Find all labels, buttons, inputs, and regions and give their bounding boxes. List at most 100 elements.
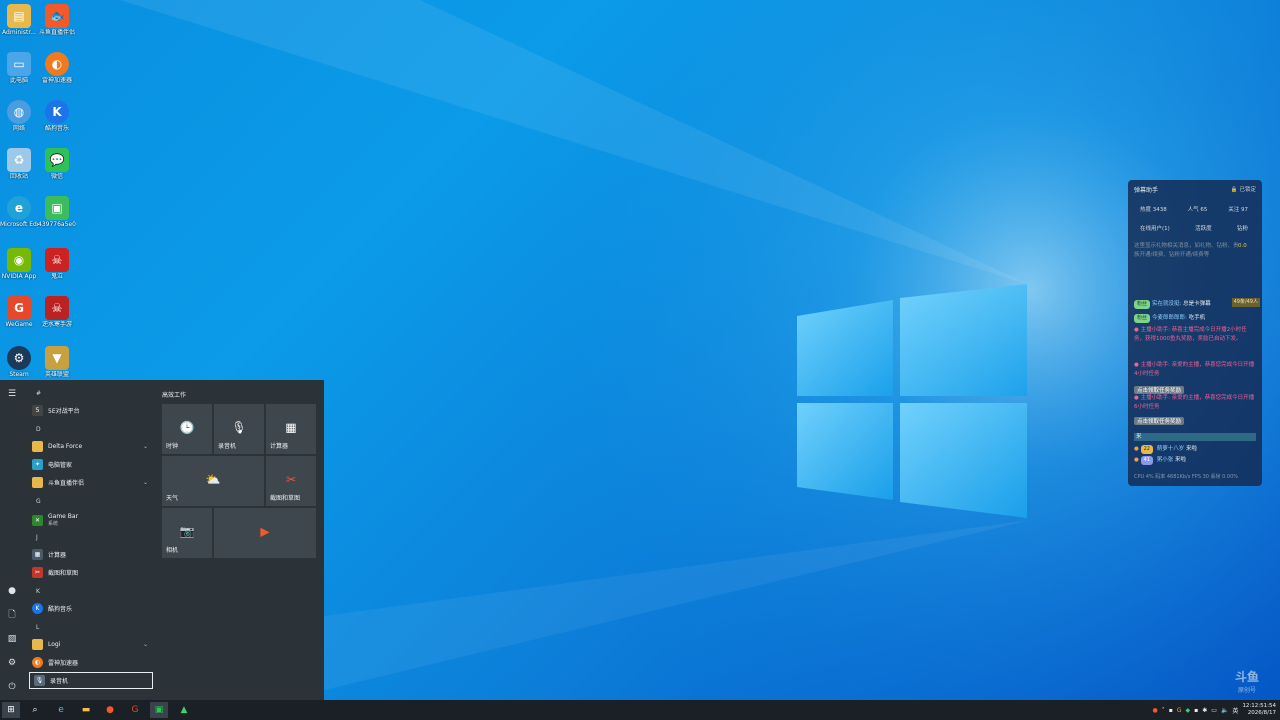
pictures-icon[interactable]: ▨ — [6, 633, 18, 645]
desktop-icon[interactable]: ☠ 逆水寒手游 — [38, 296, 76, 328]
tiles-group-header[interactable]: 高效工作 — [162, 390, 186, 399]
app-item[interactable]: Delta Force ⌄ — [28, 439, 154, 453]
app-item[interactable]: 5 5E对战平台 — [28, 403, 154, 417]
wegame-icon: G — [7, 296, 31, 320]
media-player-icon: ▶ — [260, 524, 270, 539]
desktop-icon[interactable]: K 酷狗音乐 — [38, 100, 76, 132]
app-item[interactable]: ◐ 雷神加速器 — [28, 655, 154, 669]
app-item[interactable]: Logi ⌄ — [28, 637, 154, 651]
calculator-icon: ▦ — [32, 548, 43, 560]
desktop-icon[interactable]: e Microsoft Edge — [0, 196, 38, 228]
desktop-icon[interactable]: ▼ 英雄联盟 — [38, 346, 76, 378]
tile-weather[interactable]: ⛅ 天气 — [162, 456, 264, 506]
letter-header[interactable]: J — [36, 534, 38, 541]
lock-toggle[interactable]: 🔒 已锁定 — [1231, 185, 1256, 193]
start-button[interactable]: ⊞ — [2, 702, 20, 718]
wegame-icon: G — [131, 705, 139, 715]
tray-icon[interactable]: ◆ — [1186, 707, 1191, 714]
desktop-icon[interactable]: ▣ 439776a5e0f... — [38, 196, 76, 228]
tab-online-users[interactable]: 在线用户(1) — [1140, 224, 1170, 232]
taskbar-wegame[interactable]: G — [126, 702, 144, 718]
tray-app-icon[interactable]: ● — [1153, 707, 1158, 714]
settings-icon[interactable]: ⚙ — [6, 657, 18, 669]
letter-header[interactable]: # — [36, 390, 41, 397]
system-message: ● 主播小助手: 亲爱的主播，恭喜您完成今日开播6小时任务 — [1134, 395, 1255, 410]
network-icon[interactable]: ▭ — [1211, 707, 1217, 714]
clock[interactable]: 12:12:51:54 2026/8/17 — [1242, 703, 1276, 717]
tile-camera[interactable]: 📷 相机 — [162, 508, 212, 558]
claim-reward-button[interactable]: 点击领取任务奖励 — [1134, 386, 1185, 394]
desktop-icon[interactable]: ♻ 回收站 — [0, 148, 38, 180]
app-item[interactable]: K 酷狗音乐 — [28, 601, 154, 615]
assistant-bot-icon: ● — [1134, 327, 1139, 333]
user-avatar-icon[interactable]: ● — [6, 585, 18, 597]
desktop-icon[interactable]: ⚙ Steam — [0, 346, 38, 378]
taskbar-explorer[interactable]: ▬ — [77, 702, 95, 718]
tray-icon[interactable]: ▪ — [1169, 707, 1173, 714]
ime-indicator[interactable]: 英 — [1232, 706, 1238, 715]
computer-icon: ▭ — [7, 52, 31, 76]
user-dot-icon: ● — [1134, 446, 1139, 452]
letter-header[interactable]: D — [36, 426, 41, 433]
steam-icon: ⚙ — [7, 346, 31, 370]
chevron-down-icon: ⌄ — [142, 442, 148, 450]
tile-recorder[interactable]: 🎙 录音机 — [214, 404, 264, 454]
app-list: # 5 5E对战平台 D Delta Force ⌄ ✦ 电脑管家 斗鱼直播伴侣… — [28, 386, 156, 698]
chat-message: 粉丝 今麦郎郎郎郎: 吃手机 — [1134, 314, 1256, 323]
panel-title: 弹幕助手 — [1134, 187, 1159, 194]
user-folder-icon: ▤ — [7, 4, 31, 28]
kugou-icon: K — [45, 100, 69, 124]
hamburger-icon[interactable]: ☰ — [6, 388, 18, 400]
taskbar-wechat[interactable]: ▣ — [150, 702, 168, 718]
tray-icon[interactable]: G — [1177, 707, 1182, 714]
desktop-icon[interactable]: G WeGame — [0, 296, 38, 328]
calculator-icon: ▦ — [285, 420, 297, 435]
taskbar-app[interactable]: ▲ — [175, 702, 193, 718]
letter-header[interactable]: K — [36, 588, 40, 595]
search-button[interactable]: ⌕ — [26, 702, 44, 718]
tab-activity[interactable]: 活跃度 — [1195, 224, 1212, 232]
danmu-assistant-panel: 弹幕助手 🔒 已锁定 热度 3438 人气 65 关注 97 在线用户(1) 活… — [1128, 180, 1262, 486]
desktop-icon[interactable]: ▭ 此电脑 — [0, 52, 38, 84]
tab-diamond-fans[interactable]: 钻粉 — [1237, 224, 1248, 232]
desktop-icon[interactable]: ▤ Administr... — [0, 4, 38, 36]
chevron-up-icon[interactable]: ˄ — [1162, 707, 1165, 714]
desktop-icon[interactable]: ◐ 雷神加速器 — [38, 52, 76, 84]
tray-icon[interactable]: ▪ — [1194, 707, 1198, 714]
claim-reward-button[interactable]: 点击领取任务奖励 — [1134, 417, 1185, 425]
tile-snip[interactable]: ✂ 截图和草图 — [266, 456, 316, 506]
desktop-icon[interactable]: 🐟 斗鱼直播伴侣 — [38, 4, 76, 36]
app-item[interactable]: ▦ 计算器 — [28, 547, 154, 561]
power-icon[interactable]: ⏻ — [6, 681, 18, 693]
desktop-icon[interactable]: ◍ 网络 — [0, 100, 38, 132]
letter-header[interactable]: L — [36, 624, 39, 631]
tile-media-player[interactable]: ▶ — [214, 508, 316, 558]
documents-icon[interactable]: 🗋 — [6, 609, 18, 621]
chevron-down-icon: ⌄ — [142, 478, 148, 486]
desktop-icon[interactable]: 💬 微信 — [38, 148, 76, 180]
level-badge: 22 — [1140, 445, 1153, 454]
folder-icon — [32, 440, 43, 452]
letter-header[interactable]: G — [36, 498, 41, 505]
leishen-icon: ◐ — [45, 52, 69, 76]
app-item[interactable]: ✦ 电脑管家 — [28, 457, 154, 471]
snip-icon: ✂ — [32, 566, 43, 578]
app-item[interactable]: ✂ 截图和草图 — [28, 565, 154, 579]
desktop-icon[interactable]: ☠ 鬼泣 — [38, 248, 76, 280]
app-item[interactable]: ✕ Game Bar 系统 — [28, 511, 154, 529]
nvidia-icon: ◉ — [7, 248, 31, 272]
app-item[interactable]: 斗鱼直播伴侣 ⌄ — [28, 475, 154, 489]
bluetooth-icon[interactable]: ✱ — [1202, 707, 1207, 714]
volume-icon[interactable]: 🔈 — [1221, 707, 1228, 714]
desktop-icon[interactable]: ◉ NVIDIA App — [0, 248, 38, 280]
taskbar-douyu[interactable]: ● — [101, 702, 119, 718]
app-item-selected[interactable]: 🎙 录音机 — [29, 672, 153, 689]
douyu-icon: ● — [106, 705, 114, 715]
recorder-icon: 🎙 — [34, 675, 45, 686]
taskbar-edge[interactable]: e — [52, 702, 70, 718]
tile-calculator[interactable]: ▦ 计算器 — [266, 404, 316, 454]
assistant-bot-icon: ● — [1134, 362, 1139, 368]
wechat-icon: 💬 — [45, 148, 69, 172]
5e-icon: 5 — [32, 404, 43, 416]
tile-clock[interactable]: 🕒 时钟 — [162, 404, 212, 454]
